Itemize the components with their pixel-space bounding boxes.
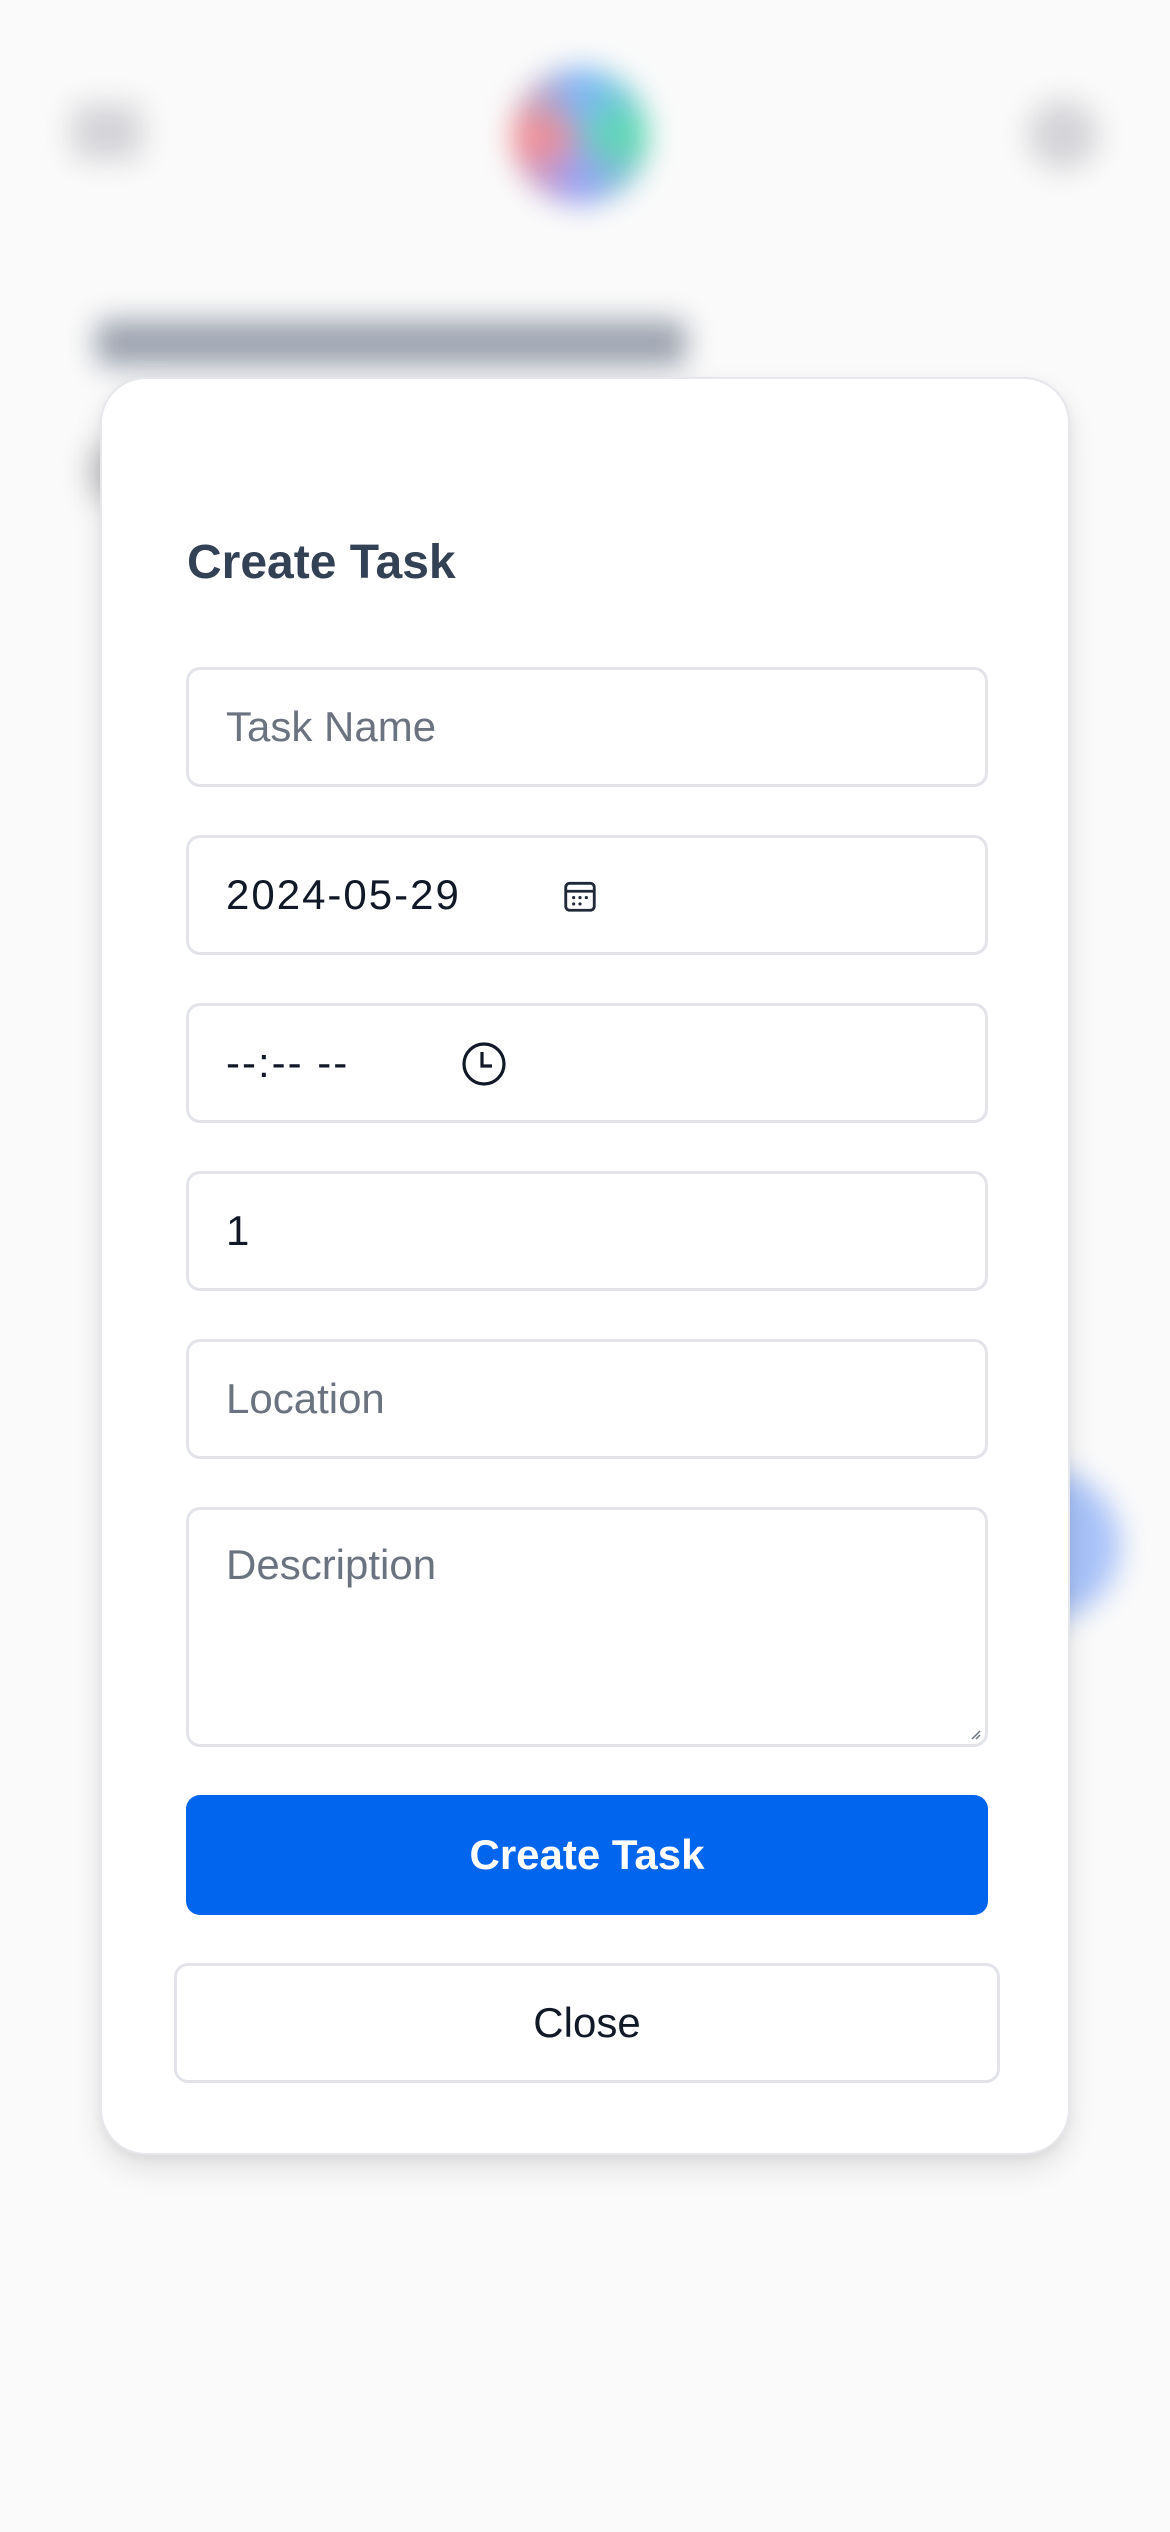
description-textarea[interactable] — [226, 1540, 966, 1730]
app-logo — [512, 68, 648, 204]
location-input[interactable] — [226, 1369, 985, 1429]
location-field — [186, 1339, 988, 1459]
create-task-button[interactable]: Create Task — [186, 1795, 988, 1915]
task-name-field — [186, 667, 988, 787]
close-button[interactable]: Close — [174, 1963, 1000, 2083]
create-task-modal: Create Task 2024-05-29 --:-- -- — [100, 377, 1070, 2155]
resize-grip-icon[interactable] — [969, 1728, 981, 1740]
quantity-input[interactable] — [226, 1201, 985, 1261]
time-value: --:-- -- — [226, 1039, 350, 1086]
date-value: 2024-05-29 — [226, 871, 461, 918]
background-heading — [96, 320, 686, 366]
time-field[interactable]: --:-- -- — [186, 1003, 988, 1123]
calendar-icon[interactable] — [561, 877, 599, 915]
task-name-input[interactable] — [226, 697, 985, 757]
quantity-field — [186, 1171, 988, 1291]
date-field[interactable]: 2024-05-29 — [186, 835, 988, 955]
menu-icon — [72, 104, 142, 160]
avatar — [1028, 100, 1098, 170]
modal-title: Create Task — [187, 536, 456, 589]
clock-icon[interactable] — [460, 1040, 508, 1088]
description-field — [186, 1507, 988, 1747]
